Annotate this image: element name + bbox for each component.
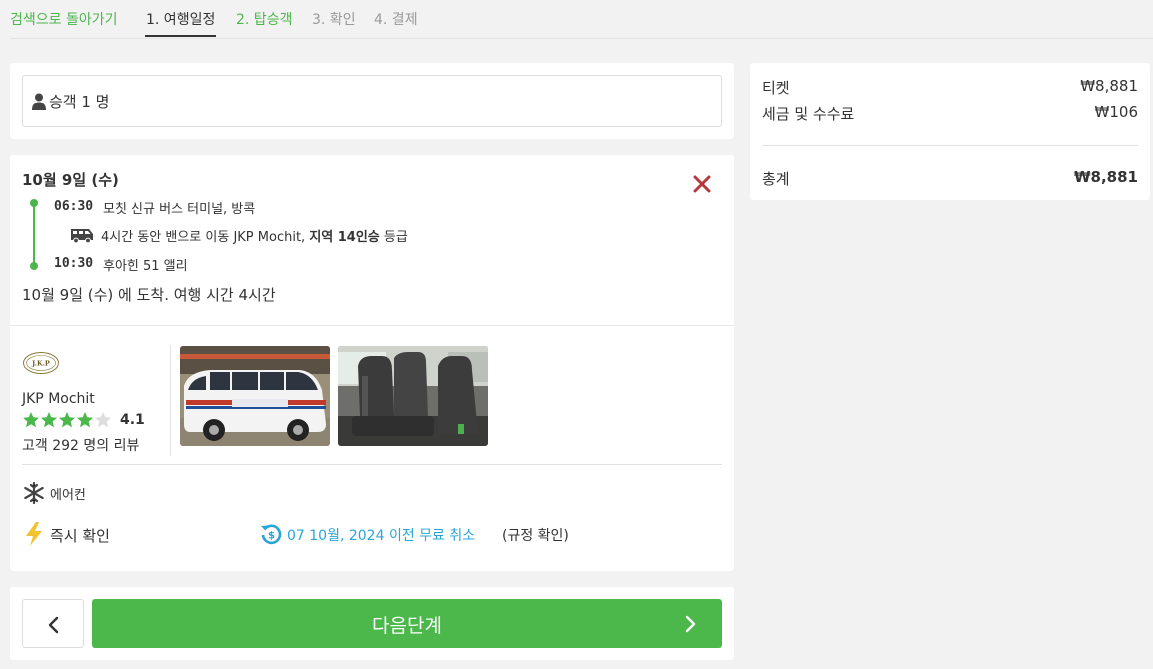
total-label: 총계	[762, 170, 790, 188]
rating-value: 4.1	[120, 412, 145, 428]
free-cancellation-link[interactable]: 07 10월, 2024 이전 무료 취소	[287, 525, 475, 545]
operator-name: JKP Mochit	[22, 391, 95, 407]
user-icon	[32, 93, 46, 110]
arrival-place: 후아힌 51 앨리	[103, 259, 188, 274]
step-passengers[interactable]: 2. 탑승객	[236, 9, 292, 29]
travel-prefix: 4시간 동안 밴으로 이동 JKP Mochit,	[101, 230, 310, 245]
star-icon	[95, 412, 111, 428]
star-icon	[23, 412, 39, 428]
instant-confirmation: 즉시 확인	[50, 527, 110, 545]
operator-divider	[170, 345, 171, 456]
travel-description: 4시간 동안 밴으로 이동 JKP Mochit, 지역 14인승 등급	[101, 226, 408, 245]
star-icon	[77, 412, 93, 428]
nav-divider	[10, 38, 1153, 39]
ticket-row: 티켓 ₩8,881	[762, 77, 1138, 98]
amenity-aircon: 에어컨	[50, 488, 86, 503]
passenger-count: 승객 1 명	[49, 93, 110, 111]
chevron-right-icon	[685, 615, 696, 633]
policy-link[interactable]: (규정 확인)	[502, 525, 569, 545]
timeline-line	[33, 203, 35, 266]
review-count[interactable]: 고객 292 명의 리뷰	[22, 435, 139, 455]
chevron-left-icon	[48, 616, 59, 634]
trip-divider	[10, 325, 734, 326]
previous-step-button[interactable]	[22, 599, 84, 648]
next-step-button[interactable]: 다음단계	[92, 599, 722, 648]
star-icon	[41, 412, 57, 428]
next-step-label: 다음단계	[372, 615, 442, 637]
vehicle-photo-exterior[interactable]	[180, 346, 330, 446]
svg-text:$: $	[268, 531, 275, 542]
features-divider	[22, 464, 722, 465]
trip-date: 10월 9일 (수)	[22, 171, 119, 189]
total-row: 총계 ₩8,881	[762, 168, 1138, 189]
active-step-underline	[145, 35, 216, 37]
star-icon	[59, 412, 75, 428]
departure-time: 06:30	[54, 199, 94, 214]
fee-row: 세금 및 수수료 ₩106	[762, 103, 1138, 124]
fee-label: 세금 및 수수료	[762, 105, 855, 123]
lightning-icon	[26, 522, 42, 546]
operator-logo: J.K.P	[23, 352, 59, 374]
arrival-time: 10:30	[54, 256, 94, 271]
svg-text:J.K.P: J.K.P	[31, 360, 50, 368]
step-nav: 검색으로 돌아가기 1. 여행일정 2. 탑승객 3. 확인 4. 결제	[0, 0, 1153, 39]
travel-class: 지역 14인승	[309, 230, 380, 245]
trip-card: 10월 9일 (수) 06:30 모칫 신규 버스 터미널, 방콕 4시간 동안…	[10, 155, 734, 571]
navigation-card: 다음단계	[10, 587, 734, 660]
step-itinerary[interactable]: 1. 여행일정	[146, 9, 215, 29]
van-icon	[71, 229, 93, 243]
back-to-search-link[interactable]: 검색으로 돌아가기	[10, 9, 118, 29]
fee-amount: ₩106	[1094, 103, 1138, 121]
close-icon[interactable]	[693, 175, 711, 193]
departure-dot	[30, 199, 38, 207]
passenger-selector[interactable]: 승객 1 명	[22, 75, 722, 127]
travel-suffix: 등급	[379, 230, 408, 245]
snowflake-icon	[24, 482, 44, 504]
price-summary-card: 티켓 ₩8,881 세금 및 수수료 ₩106 총계 ₩8,881	[750, 63, 1150, 200]
summary-divider	[762, 145, 1138, 146]
ticket-label: 티켓	[762, 79, 790, 97]
arrival-dot	[30, 262, 38, 270]
total-amount: ₩8,881	[1074, 168, 1138, 186]
arrival-note: 10월 9일 (수) 에 도착. 여행 시간 4시간	[22, 286, 276, 304]
free-cancel-icon: $	[261, 524, 282, 545]
departure-place: 모칫 신규 버스 터미널, 방콕	[103, 202, 256, 217]
step-confirm: 3. 확인	[312, 12, 356, 28]
step-payment: 4. 결제	[374, 12, 418, 28]
vehicle-photo-interior[interactable]	[338, 346, 488, 446]
passenger-card: 승객 1 명	[10, 63, 734, 139]
ticket-amount: ₩8,881	[1080, 77, 1138, 95]
